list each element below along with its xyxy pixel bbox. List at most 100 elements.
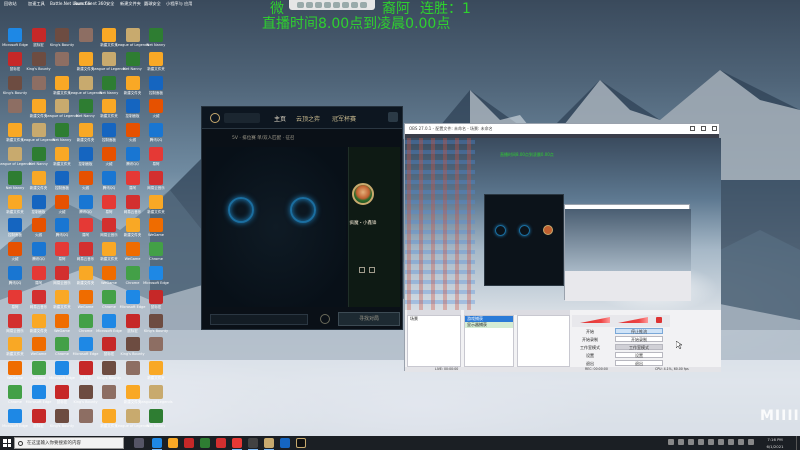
app-taskbar-icon[interactable]	[184, 438, 194, 448]
desktop-icon[interactable]	[97, 385, 121, 400]
desktop-icon[interactable]: 新建文件夹	[97, 99, 121, 118]
start-recording-button[interactable]: 开始录制	[615, 336, 663, 342]
desktop-icon[interactable]: Net Nanny	[74, 99, 98, 118]
desktop-icon[interactable]: League of Legends	[92, 51, 126, 71]
desktop-icon[interactable]: 新建文件夹	[74, 123, 98, 142]
desktop-icon[interactable]: 网易云音乐	[27, 289, 51, 309]
app-taskbar-icon[interactable]	[216, 438, 226, 448]
desktop-icon[interactable]: 鼠标宏	[74, 361, 98, 380]
desktop-icon[interactable]: 新建文件夹	[50, 147, 74, 166]
desktop-icon[interactable]: 控制面板	[74, 147, 98, 166]
desktop-icon[interactable]: 控制面板	[27, 194, 51, 214]
desktop-icon[interactable]: Chrome	[74, 313, 98, 333]
desktop-icon[interactable]: 新建文件夹	[121, 218, 145, 237]
desktop-icon[interactable]: 腾讯QQ	[121, 147, 145, 166]
obs-preview[interactable]: 直播时间8.00点到凌晨0.00点	[405, 138, 721, 310]
mute-icon[interactable]	[656, 317, 662, 323]
desktop-icon[interactable]: Microsoft Edge	[26, 385, 51, 404]
desktop-icon[interactable]: 新建文件夹	[144, 194, 168, 214]
desktop-icon[interactable]: Net Nanny	[144, 28, 168, 47]
desktop-icon[interactable]: Net Nanny	[3, 170, 27, 190]
lol-logo-icon[interactable]	[210, 113, 220, 123]
desktop-icon[interactable]: League of Legends	[116, 408, 149, 428]
app-taskbar-icon[interactable]	[200, 438, 210, 448]
desktop-icon[interactable]: King's Bounty	[50, 408, 74, 428]
league-taskbar-icon[interactable]	[296, 438, 306, 448]
desktop-icon[interactable]	[27, 75, 51, 91]
desktop-icon[interactable]: 火绒	[144, 99, 168, 118]
desktop-icon[interactable]	[144, 337, 168, 352]
desktop-icon[interactable]: 火绒	[97, 147, 121, 166]
desktop-icon[interactable]: WeGame	[97, 266, 121, 285]
desktop-icon[interactable]: 控制面板	[50, 170, 74, 190]
desktop-icon[interactable]: King's Bounty	[3, 75, 27, 95]
stop-streaming-button[interactable]: 停止推流	[615, 328, 663, 334]
desktop-icon[interactable]: 易阿	[144, 147, 168, 166]
desktop-icon[interactable]: Microsoft Edge	[2, 28, 28, 47]
app-taskbar-icon[interactable]	[232, 438, 242, 450]
source-item[interactable]: 显示器捕获	[465, 322, 513, 328]
desktop-icon[interactable]: League of Legends	[22, 123, 55, 142]
desktop-icon[interactable]: King's Bounty	[144, 313, 168, 333]
desktop-icon[interactable]: 新建文件夹	[3, 194, 27, 214]
desktop-icon[interactable]: 网易云音乐	[121, 194, 145, 214]
desktop-icon[interactable]: 易阿	[74, 218, 98, 237]
desktop-icon[interactable]: 新建文件夹	[144, 51, 168, 71]
desktop-icon[interactable]: 网易云音乐	[74, 242, 98, 261]
taskbar-search[interactable]: 在这里输入你要搜索的内容	[14, 437, 124, 449]
desktop-icon[interactable]: WeGame	[144, 218, 168, 237]
desktop-icon[interactable]: League of Legends	[69, 75, 102, 95]
desktop-icon[interactable]: 新建文件夹	[74, 266, 98, 285]
desktop-icon[interactable]: King's Bounty	[50, 28, 74, 47]
clock[interactable]: 7:16 PM 6/1/2021	[760, 436, 790, 450]
desktop-icon[interactable]: 网易云音乐	[144, 170, 168, 190]
desktop-icon[interactable]: 腾讯QQ	[74, 194, 98, 214]
desktop-icon[interactable]: 鼠标宏	[27, 408, 51, 428]
studio-mode-button[interactable]: 工作室模式	[615, 344, 663, 350]
desktop-icon[interactable]: 网易云音乐	[97, 218, 121, 237]
desktop-icon[interactable]: 腾讯QQ	[50, 218, 74, 237]
desktop-icon[interactable]: 易阿	[121, 170, 145, 190]
desktop-icon[interactable]: Net Nanny	[27, 147, 51, 166]
desktop-icon[interactable]: 控制面板	[121, 99, 145, 118]
find-match-button[interactable]: 寻找对局	[338, 312, 400, 326]
desktop-icon[interactable]	[3, 99, 27, 114]
invite-icon[interactable]	[369, 267, 375, 273]
desktop-icon[interactable]: 控制面板	[3, 218, 27, 237]
desktop-icon[interactable]	[50, 51, 74, 67]
desktop-icon[interactable]: 新建文件夹	[50, 289, 74, 309]
desktop-icon[interactable]	[74, 408, 98, 424]
sources-list[interactable]: 游戏捕获 显示器捕获	[464, 315, 514, 367]
desktop-icon[interactable]: Chrome	[121, 266, 145, 285]
scenes-list[interactable]: 场景	[407, 315, 461, 367]
desktop-icon[interactable]: 火绒	[27, 218, 51, 237]
desktop-icon[interactable]: 腾讯QQ	[3, 266, 27, 285]
lol-nav-tft[interactable]: 云顶之弈	[296, 114, 320, 123]
desktop-icon[interactable]: 火绒	[74, 170, 98, 190]
desktop-icon[interactable]: League of Legends	[45, 99, 79, 118]
desktop-icon[interactable]: Net Nanny	[50, 123, 74, 142]
desktop-icon[interactable]: King's Bounty	[97, 361, 121, 380]
desktop-icon[interactable]	[121, 361, 145, 376]
desktop-icon[interactable]: Chrome	[97, 289, 121, 309]
task-view-icon[interactable]	[134, 438, 144, 448]
desktop-icon[interactable]: 网易云音乐	[50, 266, 74, 285]
desktop-icon[interactable]: WeGame	[50, 313, 74, 333]
desktop-icon[interactable]: League of Legends	[116, 28, 149, 47]
settings-button[interactable]: 设置	[615, 352, 663, 358]
party-slot-icon[interactable]	[228, 197, 254, 223]
show-desktop-button[interactable]	[796, 436, 799, 450]
desktop-icon[interactable]: 腾讯QQ	[97, 170, 121, 190]
desktop-icon[interactable]: 鼠标宏	[97, 337, 121, 356]
desktop-icon[interactable]: WeGame	[74, 289, 98, 309]
desktop-icon[interactable]: Chrome	[50, 337, 74, 356]
desktop-icon[interactable]: 新建文件夹	[121, 75, 145, 95]
obs-taskbar-icon[interactable]	[248, 438, 258, 450]
desktop-icon[interactable]: 鼠标宏	[50, 385, 74, 404]
desktop-icon[interactable]: 易阿	[97, 194, 121, 214]
app-taskbar-icon[interactable]	[280, 438, 290, 448]
desktop-icon[interactable]: League of Legends	[139, 385, 173, 404]
lol-nav-clash[interactable]: 冠军杯赛	[332, 114, 356, 123]
explorer-taskbar-icon[interactable]	[168, 438, 178, 448]
desktop-icon[interactable]: Net Nanny	[144, 408, 168, 428]
